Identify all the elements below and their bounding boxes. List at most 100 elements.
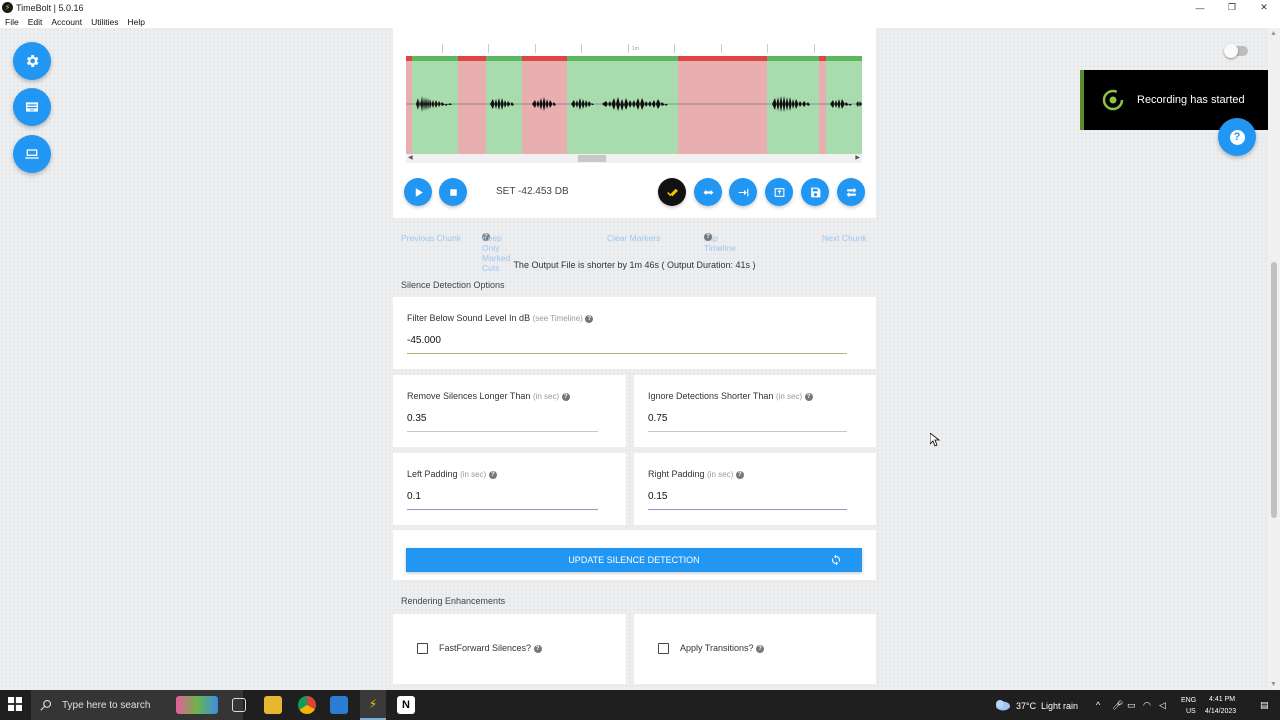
page-scrollbar[interactable]: ▲ ▼ xyxy=(1268,28,1280,690)
help-icon[interactable]: ? xyxy=(561,392,570,401)
update-silence-detection-button[interactable]: UPDATE SILENCE DETECTION xyxy=(406,548,862,572)
menu-edit[interactable]: Edit xyxy=(23,17,47,27)
filter-label: Filter Below Sound Level In dB (see Time… xyxy=(407,313,594,323)
main-column: 1m ◀ ▶ SET -42.453 DB Previous Chunk ? K… xyxy=(393,28,876,690)
bolt-icon: ⚡ xyxy=(2,2,13,13)
chrome-icon[interactable] xyxy=(298,696,316,714)
help-icon[interactable]: ? xyxy=(585,314,594,323)
menu-help[interactable]: Help xyxy=(122,17,148,27)
skip-end-button[interactable] xyxy=(729,178,757,206)
help-icon: ? xyxy=(704,233,712,241)
remove-silences-card: Remove Silences Longer Than (in sec) ? 0… xyxy=(393,375,626,447)
right-padding-label: Right Padding (in sec) ? xyxy=(648,469,744,479)
chunk-navigation: Previous Chunk ? Keep Only Marked Cuts C… xyxy=(393,233,876,273)
clock-time[interactable]: 4:41 PM xyxy=(1209,696,1235,703)
close-icon[interactable]: ✕ xyxy=(1248,0,1280,15)
help-icon[interactable]: ? xyxy=(735,470,744,479)
fastforward-label: FastForward Silences? ? xyxy=(439,643,542,653)
scroll-down-icon[interactable]: ▼ xyxy=(1270,681,1277,688)
paint-app-icon[interactable] xyxy=(176,696,218,714)
laptop-icon xyxy=(25,149,39,159)
fastforward-checkbox[interactable] xyxy=(417,643,428,654)
mark-cuts-button[interactable] xyxy=(658,178,686,206)
remove-silences-input[interactable]: 0.35 xyxy=(407,413,426,424)
taskbar: Type here to search ⚡ N 37°C Light rain … xyxy=(0,690,1280,720)
file-explorer-icon[interactable] xyxy=(264,696,282,714)
next-chunk-link[interactable]: Next Chunk xyxy=(822,233,866,243)
minimize-icon[interactable]: — xyxy=(1184,0,1216,15)
tray-expand-icon[interactable]: ^ xyxy=(1096,700,1100,710)
timeline-scrollbar[interactable]: ◀ ▶ xyxy=(406,154,862,163)
notion-icon[interactable]: N xyxy=(397,696,415,714)
right-padding-underline xyxy=(648,509,847,510)
expand-button[interactable] xyxy=(694,178,722,206)
clock-date[interactable]: 4/14/2023 xyxy=(1205,708,1236,715)
help-icon[interactable]: ? xyxy=(533,644,542,653)
app-content: Recording has started ? 1m ◀ ▶ SET -42.4… xyxy=(0,28,1268,690)
stop-icon xyxy=(449,188,457,196)
export-button[interactable] xyxy=(765,178,793,206)
toggle-knob xyxy=(1224,44,1238,58)
weather-cloud-icon xyxy=(996,700,1010,711)
task-view-icon[interactable] xyxy=(232,698,246,712)
help-icon[interactable]: ? xyxy=(804,392,813,401)
ignore-detections-input[interactable]: 0.75 xyxy=(648,413,667,424)
scroll-left-icon[interactable]: ◀ xyxy=(408,154,413,163)
language-indicator[interactable]: ENG xyxy=(1181,697,1196,704)
play-button[interactable] xyxy=(404,178,432,206)
right-padding-input[interactable]: 0.15 xyxy=(648,491,667,502)
restore-icon[interactable]: ❐ xyxy=(1216,0,1248,15)
menu-file[interactable]: File xyxy=(0,17,23,27)
filter-db-input[interactable]: -45.000 xyxy=(407,335,441,346)
network-icon[interactable]: ▭ xyxy=(1127,700,1136,711)
subtitles-icon xyxy=(26,102,38,112)
ignore-detections-underline xyxy=(648,431,847,432)
weather-temp[interactable]: 37°C xyxy=(1016,701,1036,711)
vscode-icon[interactable] xyxy=(330,696,348,714)
stop-button[interactable] xyxy=(439,178,467,206)
waveform-timeline[interactable] xyxy=(406,56,862,154)
ruler-tick-label: 1m xyxy=(632,46,639,52)
swap-button[interactable] xyxy=(837,178,865,206)
clear-markers-link[interactable]: Clear Markers xyxy=(607,233,660,243)
search-placeholder: Type here to search xyxy=(62,699,151,711)
weather-text[interactable]: Light rain xyxy=(1041,701,1078,711)
set-db-readout: SET -42.453 DB xyxy=(496,186,569,197)
menu-account[interactable]: Account xyxy=(46,17,86,27)
transitions-checkbox[interactable] xyxy=(658,643,669,654)
save-button[interactable] xyxy=(801,178,829,206)
region-indicator[interactable]: US xyxy=(1186,708,1196,715)
play-icon xyxy=(415,187,423,197)
window-title: TimeBolt | 5.0.16 xyxy=(16,2,84,13)
scroll-right-icon[interactable]: ▶ xyxy=(855,154,860,163)
screen-button[interactable] xyxy=(13,135,51,173)
menu-utilities[interactable]: Utilities xyxy=(86,17,122,27)
silence-section-title: Silence Detection Options xyxy=(401,280,505,290)
timeline-scroll-thumb[interactable] xyxy=(578,155,606,162)
timebolt-taskbar-icon[interactable]: ⚡ xyxy=(360,690,386,720)
volume-icon[interactable]: ◁ xyxy=(1159,700,1166,711)
windows-start-icon[interactable] xyxy=(8,697,22,711)
microphone-icon[interactable]: 🎤︎ xyxy=(1112,700,1123,711)
theme-toggle[interactable] xyxy=(1224,44,1248,58)
help-icon[interactable]: ? xyxy=(756,644,765,653)
save-icon xyxy=(810,187,820,197)
scroll-up-icon[interactable]: ▲ xyxy=(1270,30,1277,37)
previous-chunk-link[interactable]: Previous Chunk xyxy=(401,233,461,243)
filter-input-underline xyxy=(407,353,847,354)
page-scroll-thumb[interactable] xyxy=(1271,262,1277,518)
transitions-label: Apply Transitions? ? xyxy=(680,643,765,653)
double-check-icon xyxy=(666,188,678,196)
timeline-card: 1m ◀ ▶ SET -42.453 DB xyxy=(393,28,876,218)
transitions-card: Apply Transitions? ? xyxy=(634,614,876,684)
update-button-label: UPDATE SILENCE DETECTION xyxy=(568,555,700,565)
notification-icon[interactable]: ▤ xyxy=(1260,700,1269,711)
wifi-icon[interactable]: ◠ xyxy=(1143,700,1151,711)
help-button[interactable]: ? xyxy=(1218,118,1256,156)
settings-button[interactable] xyxy=(13,42,51,80)
left-padding-input[interactable]: 0.1 xyxy=(407,491,421,502)
fastforward-card: FastForward Silences? ? xyxy=(393,614,626,684)
subtitles-button[interactable] xyxy=(13,88,51,126)
search-icon xyxy=(40,699,52,711)
help-icon[interactable]: ? xyxy=(488,470,497,479)
